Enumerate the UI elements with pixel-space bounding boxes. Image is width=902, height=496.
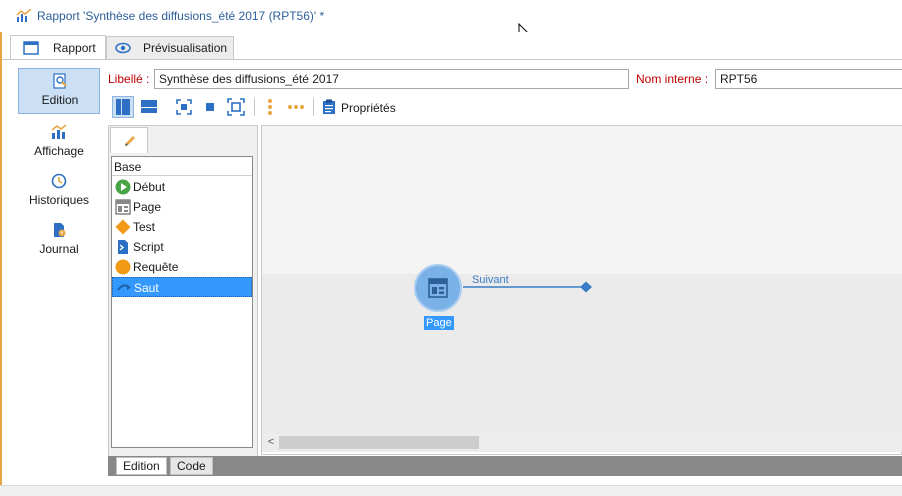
- nav-journal-label: Journal: [39, 242, 79, 256]
- side-nav: Edition Affichage Historiques Journal: [10, 60, 105, 478]
- form-icon: [23, 40, 39, 55]
- palette-item-requete[interactable]: Requête: [112, 257, 252, 277]
- horizontal-align-button[interactable]: [285, 96, 307, 118]
- vertical-align-button[interactable]: [259, 96, 281, 118]
- play-circle-icon: [115, 179, 131, 195]
- page-node-label: Page: [424, 316, 454, 330]
- palette-item-label: Saut: [134, 281, 159, 295]
- nav-affichage-label: Affichage: [34, 144, 84, 158]
- script-icon: [118, 240, 128, 254]
- palette-item-test[interactable]: Test: [112, 217, 252, 237]
- nav-historiques-label: Historiques: [28, 193, 90, 207]
- palette-item-label: Test: [133, 220, 156, 234]
- libelle-label: Libellé :: [108, 72, 150, 86]
- horizontal-layout-button[interactable]: [138, 96, 160, 118]
- page-layout-icon: [428, 278, 448, 298]
- palette-item-label: Script: [133, 240, 164, 254]
- toolbar-separator: [313, 98, 314, 116]
- palette-item-debut[interactable]: Début: [112, 177, 252, 197]
- canvas-upper-band: [262, 126, 902, 274]
- vertical-layout-button[interactable]: [112, 96, 134, 118]
- zoom-extent-button[interactable]: [225, 96, 247, 118]
- palette-item-label: Requête: [133, 260, 179, 274]
- page-layout-icon: [115, 199, 131, 215]
- tab-previsualisation-label: Prévisualisation: [143, 41, 228, 55]
- actual-size-button[interactable]: [199, 96, 221, 118]
- window-left-border: [0, 32, 2, 485]
- zoom-fit-icon: [176, 99, 192, 115]
- nav-affichage[interactable]: Affichage: [18, 120, 100, 166]
- clipboard-icon: [323, 99, 335, 114]
- canvas-lower-band: [262, 274, 902, 436]
- tab-rapport-label: Rapport: [53, 40, 96, 55]
- diamond-icon: [115, 219, 131, 235]
- window-title: Rapport 'Synthèse des diffusions_été 201…: [37, 9, 325, 23]
- palette-item-label: Début: [133, 180, 166, 194]
- nav-edition-label: Edition: [41, 93, 79, 107]
- query-circle-icon: [115, 259, 131, 275]
- libelle-field[interactable]: Synthèse des diffusions_été 2017: [154, 69, 629, 89]
- nom-interne-label: Nom interne :: [636, 72, 709, 86]
- nom-interne-field[interactable]: RPT56: [715, 69, 902, 89]
- palette-item-page[interactable]: Page: [112, 197, 252, 217]
- transition-label: Suivant: [472, 274, 509, 286]
- tab-code[interactable]: Code: [170, 457, 213, 475]
- report-chart-icon: [16, 9, 32, 22]
- horizontal-layout-icon: [141, 100, 157, 113]
- toolbar-separator: [254, 98, 255, 116]
- vertical-dots-icon: [268, 99, 272, 115]
- properties-label: Propriétés: [341, 101, 396, 115]
- scroll-left-arrow-icon[interactable]: <: [264, 435, 278, 449]
- nav-historiques[interactable]: Historiques: [18, 169, 100, 215]
- nav-edition[interactable]: Edition: [18, 68, 100, 114]
- journal-icon: [54, 223, 66, 237]
- page-node[interactable]: [414, 264, 462, 312]
- square-icon: [206, 103, 214, 111]
- palette-item-label: Page: [133, 200, 162, 214]
- tab-rapport[interactable]: Rapport: [10, 35, 106, 59]
- pencil-icon: [125, 136, 135, 146]
- zoom-extent-icon: [227, 98, 245, 116]
- zoom-fit-button[interactable]: [173, 96, 195, 118]
- palette-tab[interactable]: [110, 127, 148, 153]
- tab-previsualisation[interactable]: Prévisualisation: [106, 36, 234, 59]
- tab-divider: [0, 59, 902, 60]
- chart-icon: [51, 124, 67, 139]
- clock-icon: [51, 173, 67, 189]
- scrollbar-thumb[interactable]: [279, 436, 479, 449]
- eye-icon: [115, 42, 131, 54]
- vertical-layout-icon: [116, 99, 130, 115]
- status-bar: [0, 485, 902, 496]
- bottom-tab-strip: [108, 456, 902, 476]
- tab-edition[interactable]: Edition: [116, 457, 167, 475]
- magnifier-page-icon: [53, 73, 67, 89]
- jump-icon: [117, 284, 131, 291]
- palette-item-saut[interactable]: Saut: [112, 277, 252, 297]
- horizontal-dots-icon: [288, 105, 304, 109]
- nav-journal[interactable]: Journal: [18, 218, 100, 264]
- palette-header: Base: [112, 157, 252, 176]
- palette-item-script[interactable]: Script: [112, 237, 252, 257]
